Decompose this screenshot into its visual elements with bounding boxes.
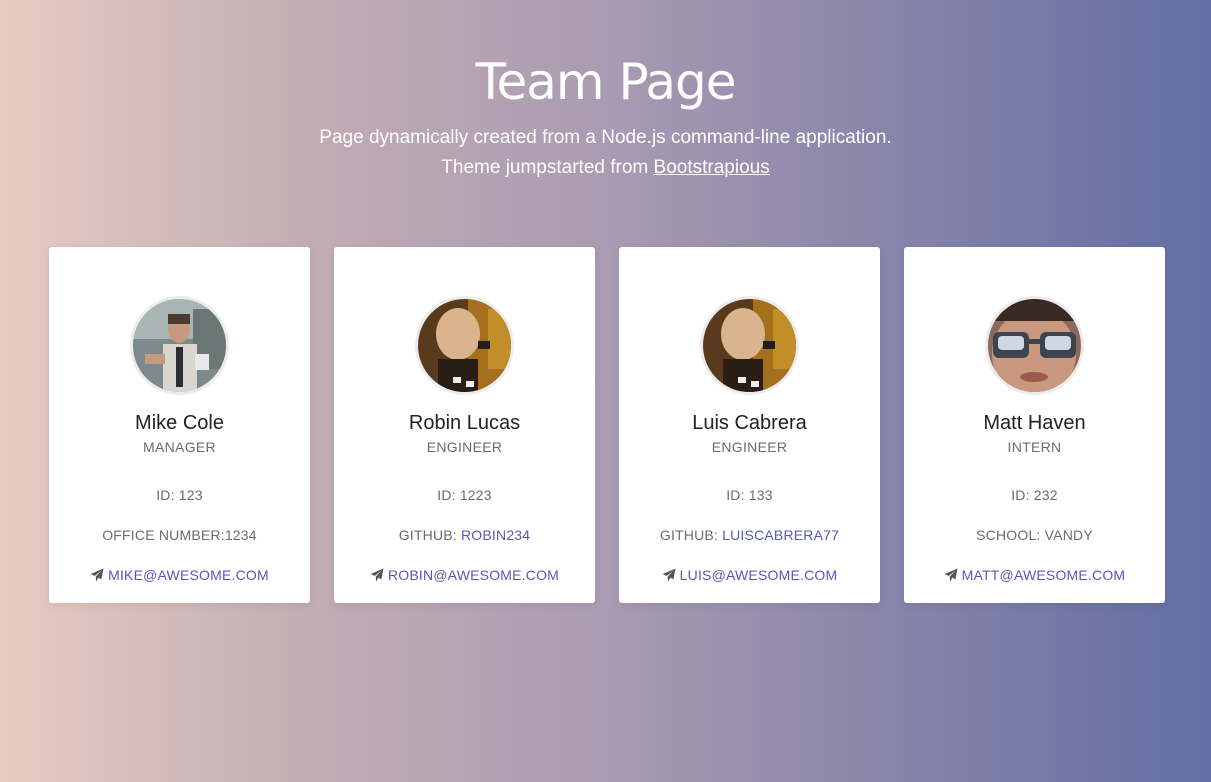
paper-plane-icon [90, 568, 104, 585]
github-row: GITHUB: LUISCABRERA77 [619, 527, 880, 543]
github-row: GITHUB: ROBIN234 [334, 527, 595, 543]
theme-credit-text: Theme jumpstarted from [441, 157, 654, 178]
member-role: ENGINEER [426, 439, 503, 455]
team-card-luis: Luis Cabrera ENGINEER ID: 133 GITHUB: LU… [619, 247, 880, 603]
github-label: GITHUB: [659, 527, 723, 543]
avatar [700, 296, 799, 395]
paper-plane-icon [662, 568, 676, 585]
member-email-row: MATT@AWESOME.COM [904, 567, 1165, 585]
member-email-row: MIKE@AWESOME.COM [49, 567, 310, 585]
email-link[interactable]: MIKE@AWESOME.COM [108, 567, 269, 583]
theme-credit: Theme jumpstarted from Bootstrapious [0, 156, 1211, 180]
member-email-row: LUIS@AWESOME.COM [619, 567, 880, 585]
email-link[interactable]: ROBIN@AWESOME.COM [388, 567, 559, 583]
github-label: GITHUB: [398, 527, 461, 543]
school-value: VANDY [1044, 527, 1093, 543]
member-role: MANAGER [143, 439, 216, 455]
page-subtitle: Page dynamically created from a Node.js … [319, 127, 892, 148]
avatar [985, 296, 1084, 395]
page-title: Team Page [475, 53, 736, 111]
bootstrapious-link[interactable]: Bootstrapious [654, 157, 770, 178]
member-id: ID: 1223 [437, 487, 492, 503]
office-number-label: OFFICE NUMBER: [102, 527, 225, 543]
member-role: INTERN [1007, 439, 1062, 455]
team-card-robin: Robin Lucas ENGINEER ID: 1223 GITHUB: RO… [334, 247, 595, 603]
paper-plane-icon [944, 568, 958, 585]
github-link[interactable]: LUISCABRERA77 [722, 527, 839, 543]
avatar [130, 296, 229, 395]
email-link[interactable]: MATT@AWESOME.COM [962, 567, 1126, 583]
member-name: Mike Cole [135, 412, 224, 434]
github-link[interactable]: ROBIN234 [461, 527, 530, 543]
paper-plane-icon [370, 568, 384, 585]
member-name: Robin Lucas [408, 412, 521, 434]
member-name: Matt Haven [983, 412, 1086, 434]
school-row: SCHOOL: VANDY [904, 527, 1165, 543]
avatar [415, 296, 514, 395]
member-id: ID: 123 [156, 487, 203, 503]
office-number: OFFICE NUMBER:1234 [49, 527, 310, 543]
team-card-mike: Mike Cole MANAGER ID: 123 OFFICE NUMBER:… [49, 247, 310, 603]
member-id: ID: 133 [726, 487, 773, 503]
member-role: ENGINEER [711, 439, 788, 455]
member-email-row: ROBIN@AWESOME.COM [334, 567, 595, 585]
team-card-matt: Matt Haven INTERN ID: 232 SCHOOL: VANDY … [904, 247, 1165, 603]
email-link[interactable]: LUIS@AWESOME.COM [680, 567, 838, 583]
member-id: ID: 232 [1011, 487, 1058, 503]
school-label: SCHOOL: [976, 527, 1045, 543]
member-name: Luis Cabrera [692, 412, 807, 434]
office-number-value: 1234 [224, 527, 257, 543]
